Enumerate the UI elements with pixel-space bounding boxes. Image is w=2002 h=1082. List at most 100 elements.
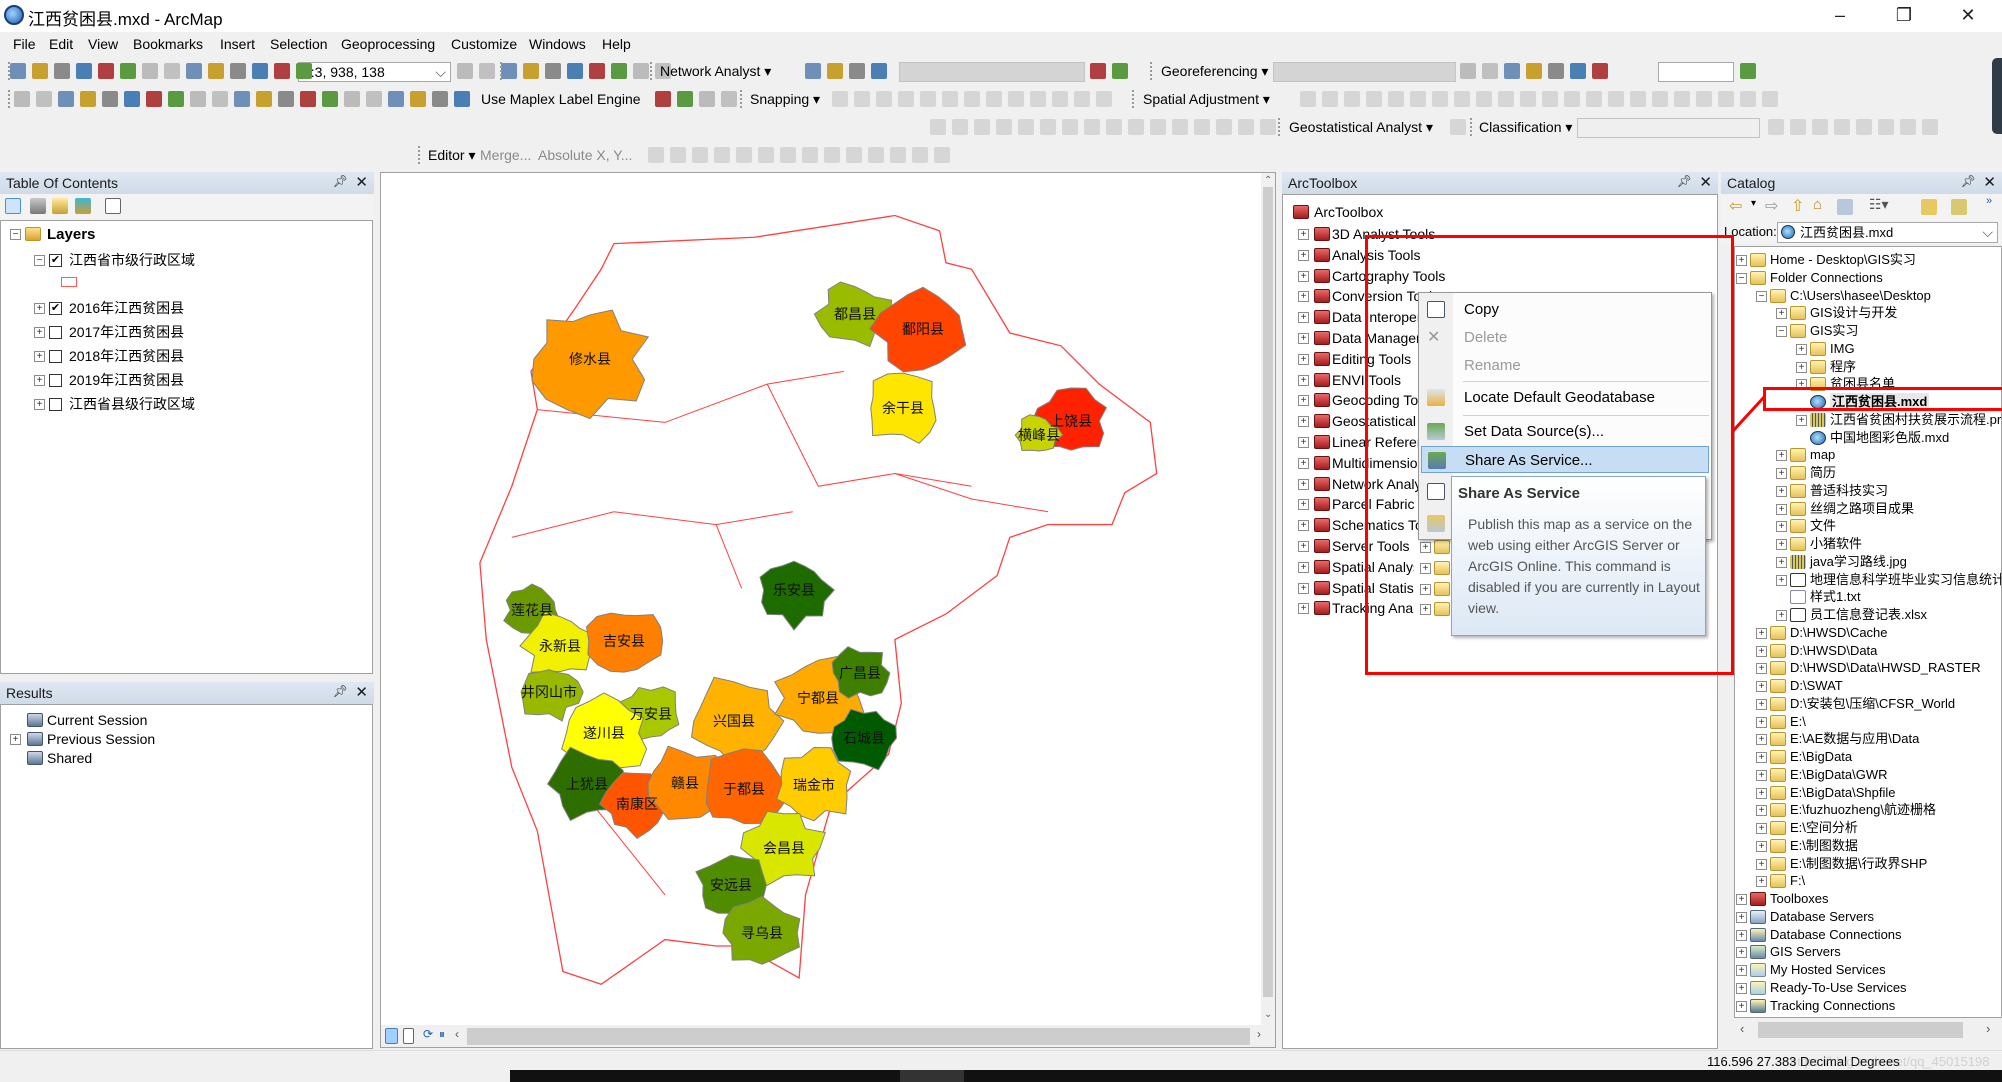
menu-windows[interactable]: Windows [529,36,586,52]
toolbar-tool-button[interactable] [300,91,316,107]
toolbar-tool-button[interactable] [942,91,958,107]
toolbar-tool-button[interactable] [890,147,906,163]
layer-visibility-checkbox[interactable] [49,374,62,387]
tree-expand-toggle[interactable]: + [1756,823,1767,834]
toolbar-tool-button[interactable] [1030,91,1046,107]
close-icon[interactable]: ✕ [355,683,368,701]
toolbar-tool-button[interactable] [1106,119,1122,135]
close-button[interactable]: ✕ [1948,2,1988,28]
toolbar-tool-button[interactable] [996,119,1012,135]
toolbar-tool-button[interactable] [1450,119,1466,135]
toolbar-tool-button[interactable] [14,91,30,107]
toolbox-expand-toggle[interactable]: + [1298,374,1309,386]
menu-help[interactable]: Help [602,36,631,52]
toolbar-tool-button[interactable] [457,63,473,79]
toolbar-tool-button[interactable] [952,119,968,135]
toolbar-tool-button[interactable] [1740,91,1756,107]
tree-expand-toggle[interactable]: + [1736,947,1747,959]
tree-expand-toggle[interactable]: + [1796,361,1807,373]
toggle-tree-icon[interactable] [1951,199,1967,215]
toolbar-tool-button[interactable] [974,119,990,135]
toolbar-tool-button[interactable] [802,147,818,163]
close-icon[interactable]: ✕ [1983,173,1996,191]
toolbar-grip[interactable] [1150,62,1153,80]
list-by-visibility-icon[interactable] [52,198,68,214]
results-item[interactable]: Current Session [47,711,147,729]
toolbar-tool-button[interactable] [567,63,583,79]
toolbar-tool-button[interactable] [344,91,360,107]
toolbar-tool-button[interactable] [1520,91,1536,107]
back-arrow-icon[interactable]: ⇦ [1729,196,1742,216]
toolbar-tool-button[interactable] [868,147,884,163]
toolbar-tool-button[interactable] [805,63,821,79]
toolbar-tool-button[interactable] [1238,119,1254,135]
toolbar-tool-button[interactable] [670,147,686,163]
absolute-xy-button[interactable]: Absolute X, Y... [538,147,632,163]
layer-expand-toggle[interactable]: + [34,399,45,410]
spatial-adjustment-dropdown[interactable]: Spatial Adjustment ▾ [1143,91,1270,108]
toolbar-tool-button[interactable] [1586,91,1602,107]
pin-icon[interactable]: 📌︎ [333,174,348,188]
collapse-layers-toggle[interactable]: − [10,229,21,240]
toolbar-tool-button[interactable] [1564,91,1580,107]
georeferencing-dropdown[interactable]: Georeferencing ▾ [1161,63,1268,80]
catalog-item[interactable]: E:\BigData\GWR [1790,766,1888,784]
toolbox-expand-toggle[interactable]: + [1298,499,1309,511]
catalog-item[interactable]: D:\HWSD\Data\HWSD_RASTER [1790,659,1981,677]
tree-expand-toggle[interactable]: + [1776,450,1787,462]
tree-expand-toggle[interactable]: + [1756,645,1767,657]
tree-expand-toggle[interactable]: + [1756,769,1767,781]
toolbar-tool-button[interactable] [1696,91,1712,107]
toolbar-tool-button[interactable] [274,63,290,79]
views-icon[interactable]: ☷▾ [1869,196,1889,213]
toolbar-tool-button[interactable] [1366,91,1382,107]
toc-layer-name[interactable]: 2017年江西贫困县 [69,323,184,341]
catalog-item[interactable]: E:\制图数据\行政界SHP [1790,855,1927,873]
toolbox-expand-toggle[interactable]: + [1298,603,1309,615]
toolbar-tool-button[interactable] [1768,119,1784,135]
catalog-item[interactable]: My Hosted Services [1770,961,1886,979]
toolbar-tool-button[interactable] [1608,91,1624,107]
catalog-item[interactable]: java学习路线.jpg [1810,553,1907,571]
toolbar-tool-button[interactable] [256,91,272,107]
arctoolbox-root-label[interactable]: ArcToolbox [1314,203,1383,221]
toolbar-tool-button[interactable] [32,63,48,79]
snapping-dropdown[interactable]: Snapping ▾ [750,91,820,108]
network-analyst-layer-combobox[interactable] [899,62,1085,82]
toolbar-tool-button[interactable] [410,91,426,107]
catalog-item[interactable]: D:\SWAT [1790,677,1843,695]
toolbar-tool-button[interactable] [633,63,649,79]
catalog-item[interactable]: map [1810,446,1835,464]
catalog-item[interactable]: GIS实习 [1810,322,1858,340]
toolbar-tool-button[interactable] [1878,119,1894,135]
catalog-item[interactable]: 简历 [1810,464,1836,482]
toolbar-tool-button[interactable] [1096,91,1112,107]
catalog-item[interactable]: 员工信息登记表.xlsx [1810,606,1927,624]
toolbar-tool-button[interactable] [523,63,539,79]
toolbar-tool-button[interactable] [1062,119,1078,135]
toolbar-tool-button[interactable] [10,63,26,79]
menu-view[interactable]: View [88,36,118,52]
toolbar-tool-button[interactable] [80,91,96,107]
toolbar-grip[interactable] [650,62,653,80]
list-by-selection-icon[interactable] [75,198,91,214]
tree-expand-toggle[interactable]: − [1756,290,1767,302]
toolbox-expand-toggle[interactable]: + [1298,520,1309,532]
layer-expand-toggle[interactable]: + [34,375,45,386]
toolbar-tool-button[interactable] [1216,119,1232,135]
menu-geoprocessing[interactable]: Geoprocessing [341,36,435,52]
tree-expand-toggle[interactable]: + [1756,752,1767,763]
catalog-item[interactable]: 地理信息科学班毕业实习信息统计 [1810,571,2001,589]
tree-expand-toggle[interactable]: + [1756,876,1767,888]
toolbar-tool-button[interactable] [1922,119,1938,135]
toolbar-tool-button[interactable] [1090,63,1106,79]
close-icon[interactable]: ✕ [355,173,368,191]
menu-file[interactable]: File [13,36,36,52]
map-vertical-scrollbar[interactable]: ⌃ ⌄ [1261,173,1275,1025]
toolbox-expand-toggle[interactable]: + [1298,249,1309,261]
map-vscroll-thumb[interactable] [1263,187,1273,997]
forward-arrow-icon[interactable]: ⇨ [1765,196,1778,216]
toolbar-tool-button[interactable] [212,91,228,107]
location-combobox[interactable]: 江西贫困县.mxd ⌵ [1777,222,1998,243]
toolbar-tool-button[interactable] [898,91,914,107]
